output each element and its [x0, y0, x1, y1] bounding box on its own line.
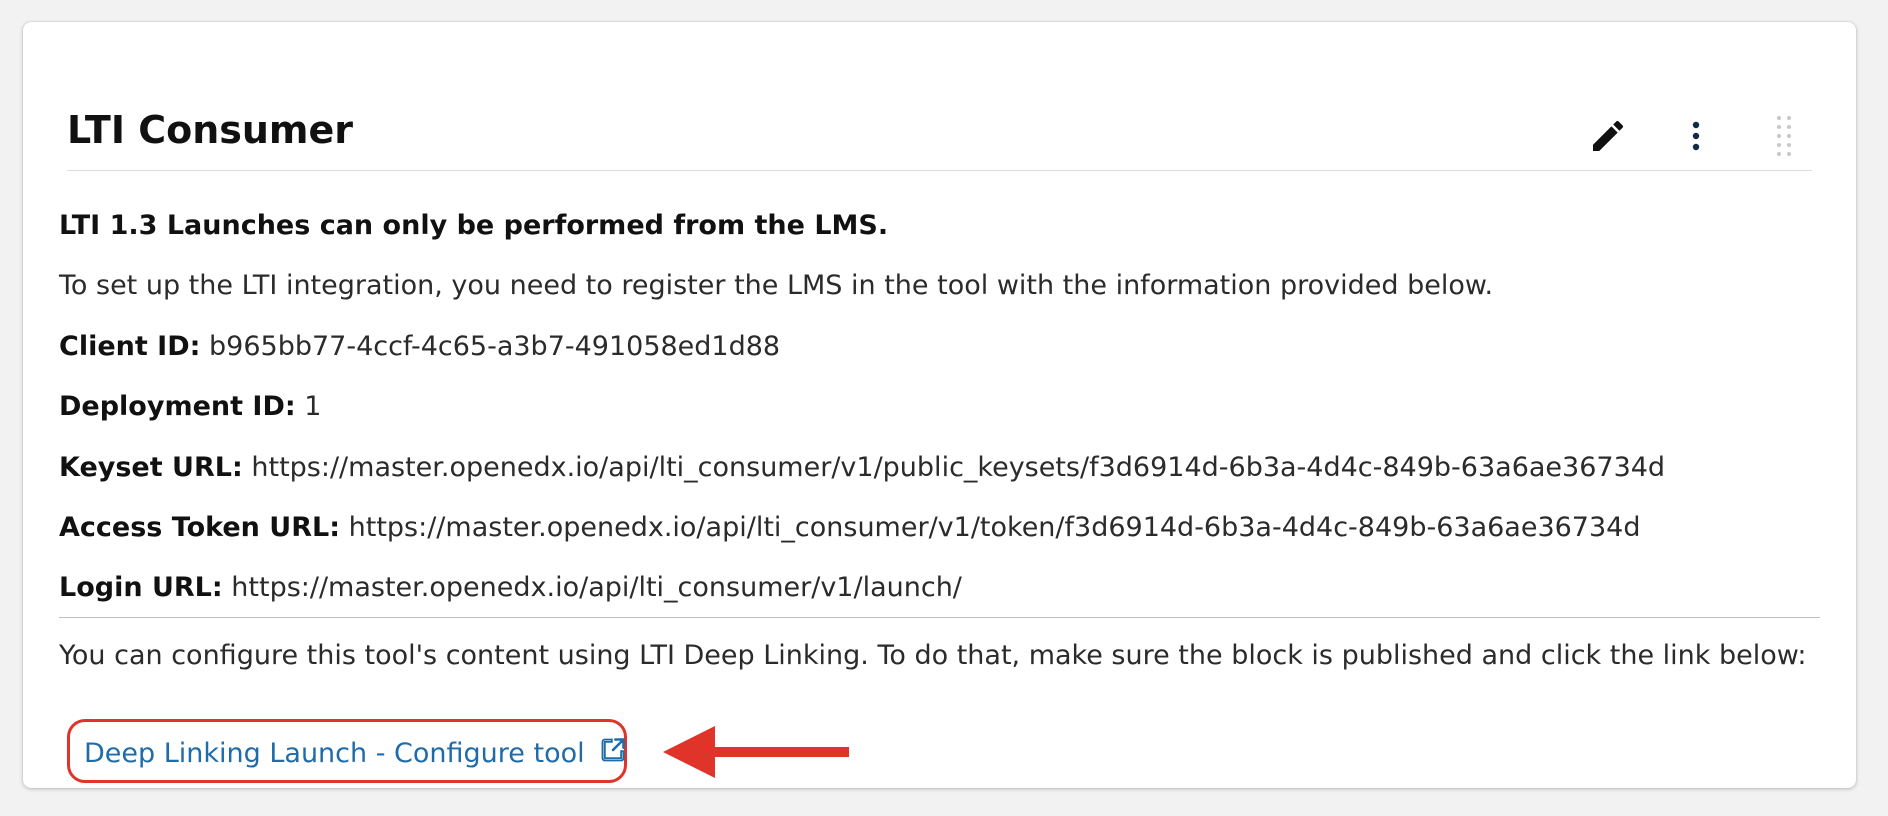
deployment-id-label: Deployment ID: — [59, 391, 296, 423]
external-link-icon — [601, 738, 625, 762]
more-options-button[interactable] — [1668, 108, 1724, 164]
deep-link-label: Deep Linking Launch - Configure tool — [84, 738, 585, 769]
deployment-id-row: Deployment ID: 1 — [59, 391, 1820, 423]
keyset-url-label: Keyset URL: — [59, 451, 243, 483]
section-divider — [59, 616, 1820, 618]
more-vert-icon — [1692, 121, 1700, 151]
annotation-arrow-icon — [663, 726, 849, 778]
edit-button[interactable] — [1580, 108, 1636, 164]
deep-linking-launch-link[interactable]: Deep Linking Launch - Configure tool — [84, 736, 627, 770]
login-url-row: Login URL: https://master.openedx.io/api… — [59, 572, 1820, 604]
client-id-value: b965bb77-4ccf-4c65-a3b7-491058ed1d88 — [209, 330, 781, 362]
client-id-row: Client ID: b965bb77-4ccf-4c65-a3b7-49105… — [59, 331, 1820, 363]
access-token-url-row: Access Token URL: https://master.openedx… — [59, 512, 1820, 544]
keyset-url-row: Keyset URL: https://master.openedx.io/ap… — [59, 452, 1820, 484]
page-title: LTI Consumer — [67, 108, 354, 152]
deep-linking-description: You can configure this tool's content us… — [59, 639, 1807, 671]
edit-icon — [1593, 120, 1624, 151]
drag-handle-icon — [1777, 116, 1791, 156]
deep-link-highlight: Deep Linking Launch - Configure tool — [67, 719, 627, 783]
card-header: LTI Consumer — [67, 82, 1812, 171]
lti-consumer-card: LTI Consumer LTI 1.3 Launches can only b… — [23, 22, 1856, 788]
access-token-url-value: https://master.openedx.io/api/lti_consum… — [348, 511, 1641, 543]
drag-handle[interactable] — [1756, 108, 1812, 164]
deployment-id-value: 1 — [304, 391, 322, 423]
keyset-url-value: https://master.openedx.io/api/lti_consum… — [251, 451, 1666, 483]
lti-info: LTI 1.3 Launches can only be performed f… — [59, 210, 1820, 700]
header-actions — [1580, 108, 1812, 164]
setup-intro: To set up the LTI integration, you need … — [59, 270, 1494, 302]
launch-warning: LTI 1.3 Launches can only be performed f… — [59, 210, 889, 241]
access-token-url-label: Access Token URL: — [59, 511, 341, 543]
login-url-label: Login URL: — [59, 572, 223, 604]
client-id-label: Client ID: — [59, 330, 201, 362]
login-url-value: https://master.openedx.io/api/lti_consum… — [231, 572, 962, 604]
